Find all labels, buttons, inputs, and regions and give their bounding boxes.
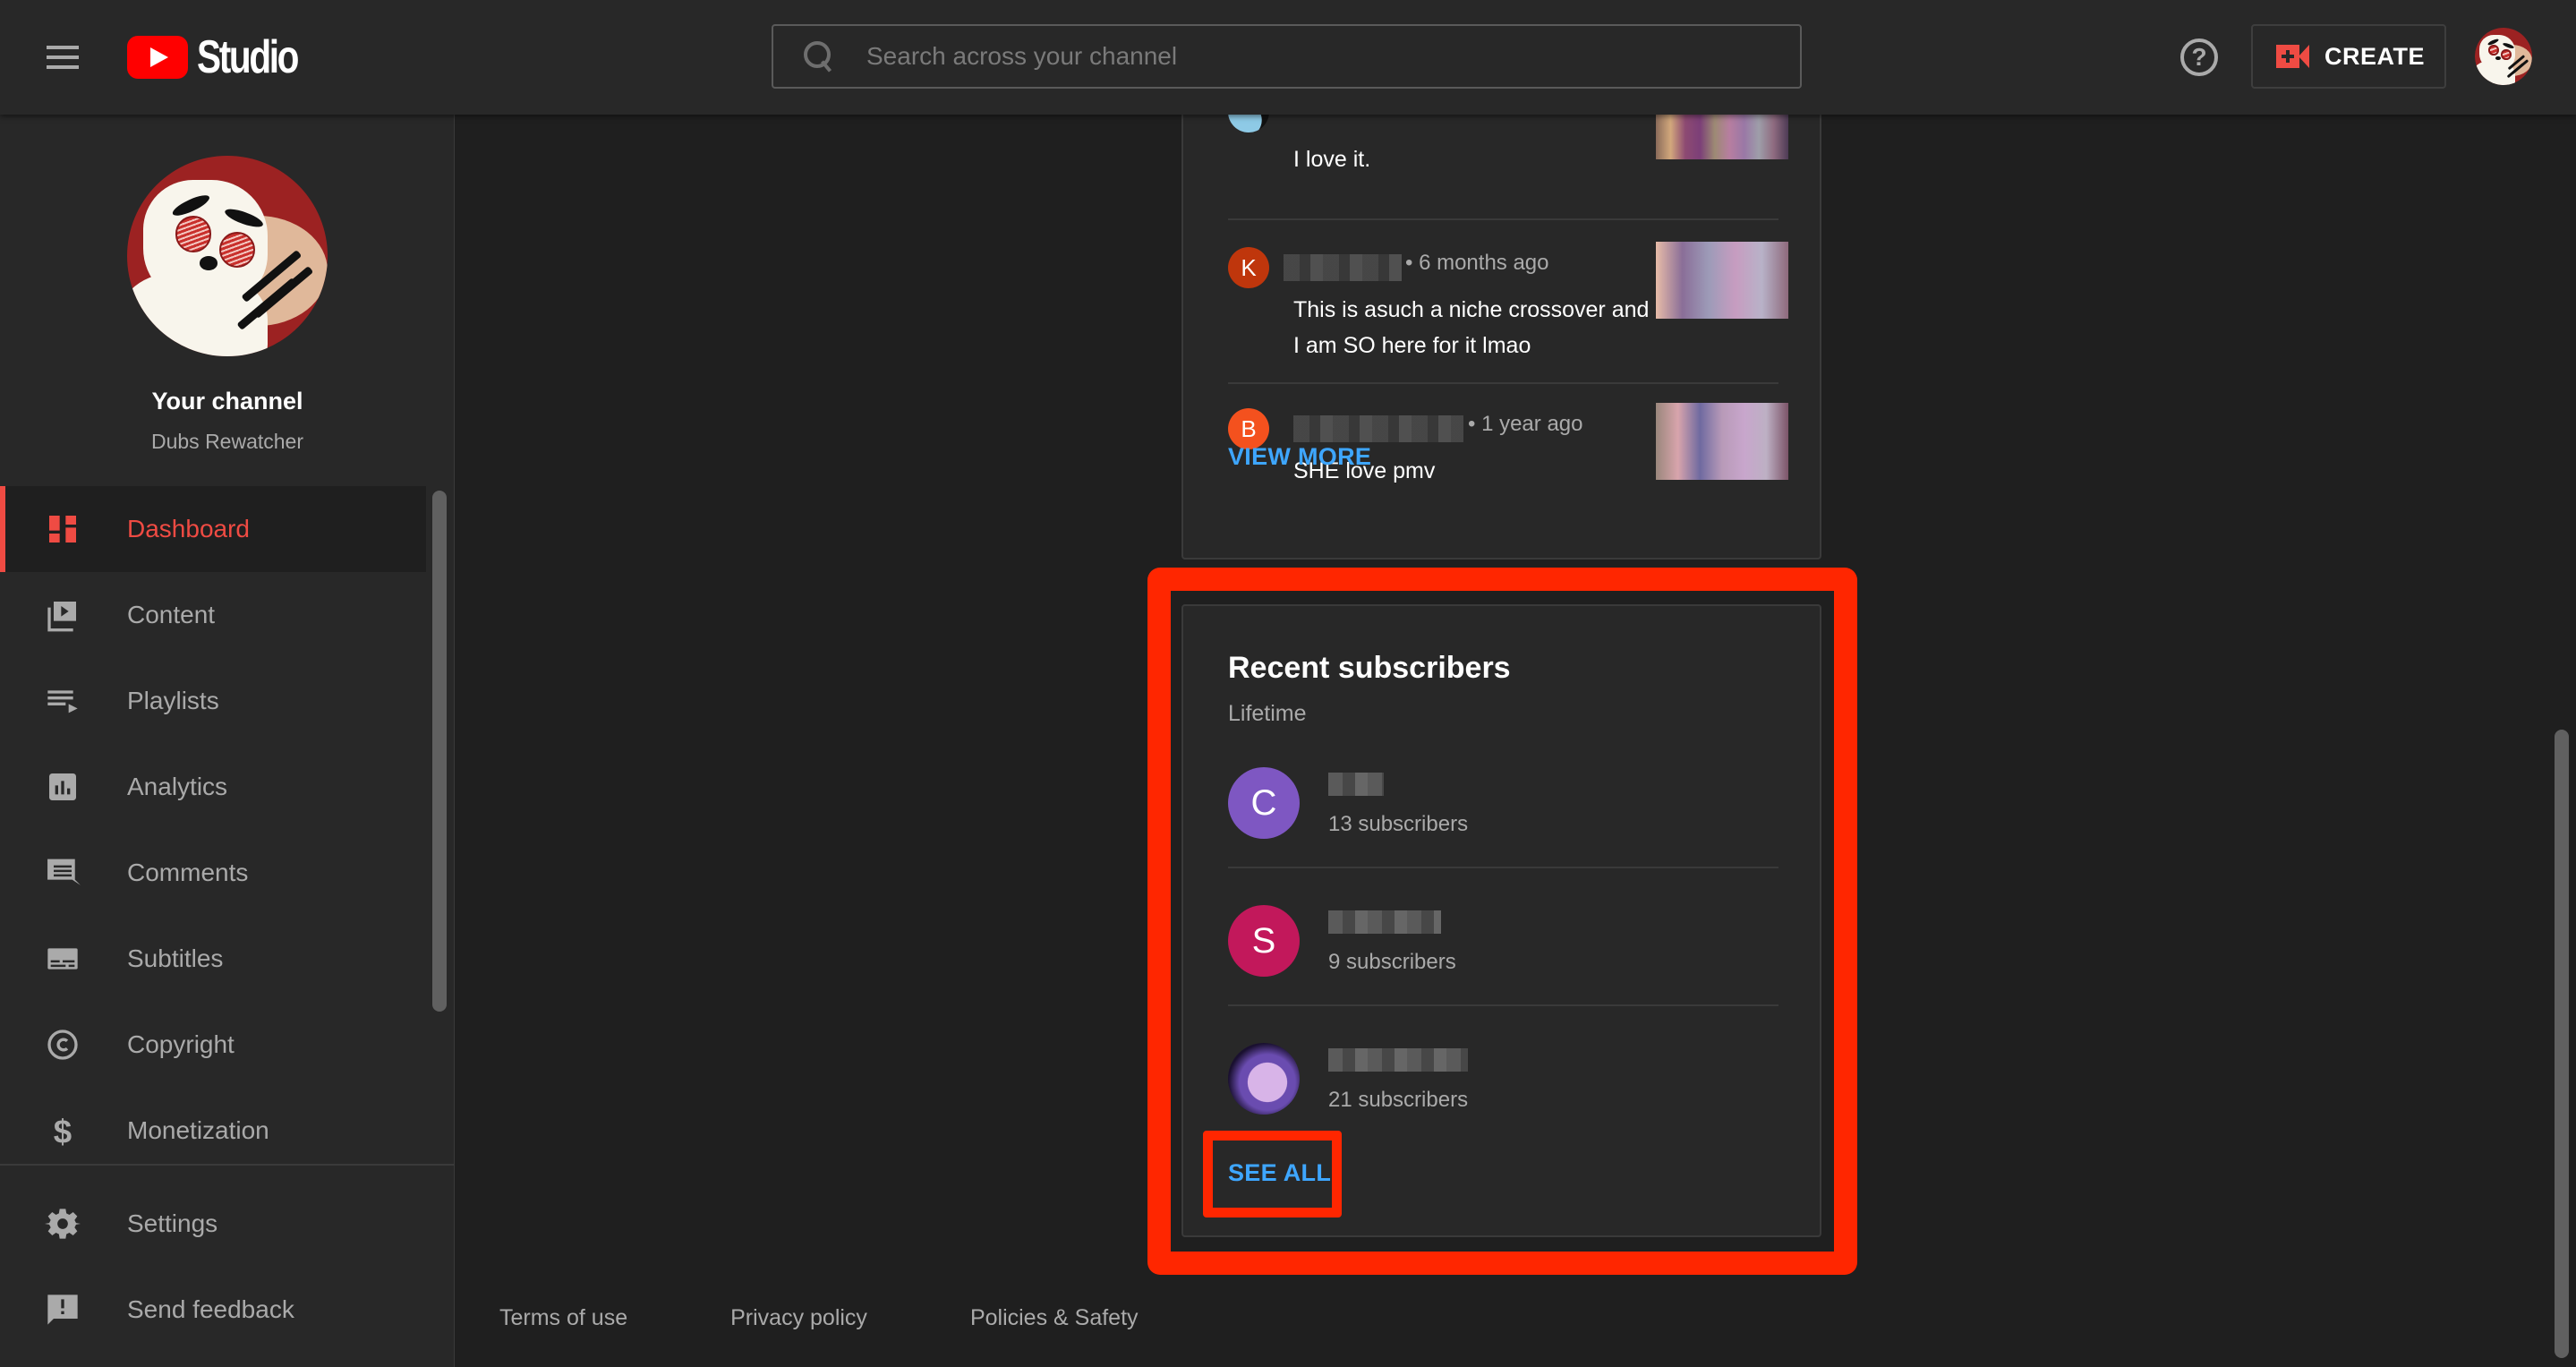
search-icon — [800, 38, 836, 74]
subscriber-count: 9 subscribers — [1328, 950, 1456, 974]
top-bar: Studio ? CREATE — [0, 0, 2576, 115]
comment-author-blurred[interactable] — [1284, 254, 1402, 281]
comment-divider — [1228, 382, 1778, 384]
sidebar-item-label: Dashboard — [127, 515, 250, 543]
playlists-icon — [47, 690, 78, 713]
subscriber-name-blurred[interactable] — [1328, 910, 1441, 934]
subscriber-name-blurred[interactable] — [1328, 773, 1384, 796]
subscriber-avatar[interactable]: S — [1228, 905, 1300, 977]
sidebar-item-monetization[interactable]: $ Monetization — [0, 1088, 426, 1174]
comment-text: This is asuch a niche crossover and I am… — [1293, 297, 1650, 358]
sidebar-item-playlists[interactable]: Playlists — [0, 658, 426, 744]
help-icon[interactable]: ? — [2180, 38, 2218, 76]
youtube-play-icon — [127, 36, 188, 79]
sidebar: Your channel Dubs Rewatcher Dashboard Co… — [0, 115, 455, 1367]
sidebar-item-label: Settings — [127, 1209, 218, 1237]
feedback-icon — [47, 1294, 78, 1325]
video-thumbnail[interactable] — [1656, 403, 1788, 480]
sidebar-item-copyright[interactable]: Copyright — [0, 1002, 426, 1088]
view-more-button[interactable]: VIEW MORE — [1228, 443, 1371, 471]
dashboard-icon — [49, 516, 76, 543]
video-thumbnail[interactable] — [1656, 242, 1788, 319]
create-button[interactable]: CREATE — [2251, 24, 2446, 89]
recent-subscribers-card: Recent subscribers Lifetime C 13 subscri… — [1181, 604, 1821, 1237]
comment-time: • 1 year ago — [1468, 412, 1583, 436]
sidebar-item-dashboard[interactable]: Dashboard — [0, 486, 426, 572]
svg-text:$: $ — [54, 1113, 72, 1149]
studio-logo[interactable]: Studio — [127, 31, 326, 83]
footer: Terms of use Privacy policy Policies & S… — [499, 1305, 1241, 1331]
comments-icon — [47, 859, 81, 885]
comment-time: • 6 months ago — [1405, 251, 1549, 275]
comment-divider — [1228, 218, 1778, 220]
account-avatar[interactable] — [2475, 28, 2532, 85]
card-period: Lifetime — [1228, 701, 1307, 726]
channel-name: Dubs Rewatcher — [150, 430, 304, 453]
channel-title[interactable]: Your channel — [0, 388, 455, 415]
subscriber-divider — [1228, 1004, 1778, 1006]
sidebar-item-content[interactable]: Content — [0, 572, 426, 658]
comment-text: I love it. — [1293, 147, 1371, 172]
channel-avatar[interactable] — [127, 156, 328, 356]
sidebar-bottom-nav: Settings Send feedback — [0, 1181, 455, 1353]
main-scrollbar[interactable] — [2555, 730, 2569, 1358]
search-input[interactable] — [866, 30, 1800, 83]
footer-link-privacy[interactable]: Privacy policy — [730, 1305, 867, 1331]
subscriber-avatar[interactable] — [1228, 1043, 1300, 1115]
comment-avatar[interactable]: K — [1228, 247, 1269, 288]
main-content: I love it. K • 6 months ago This is asuc… — [456, 0, 2576, 1367]
settings-icon — [45, 1209, 81, 1239]
sidebar-scrollbar[interactable] — [432, 491, 447, 1012]
create-label: CREATE — [2324, 42, 2426, 70]
subscriber-item: S 9 subscribers — [1228, 905, 1778, 1043]
subscriber-count: 21 subscribers — [1328, 1088, 1469, 1112]
sidebar-item-comments[interactable]: Comments — [0, 830, 426, 916]
sidebar-item-settings[interactable]: Settings — [0, 1181, 426, 1267]
sidebar-item-label: Playlists — [127, 687, 219, 714]
monetization-icon: $ — [54, 1113, 72, 1149]
sidebar-item-analytics[interactable]: Analytics — [0, 744, 426, 830]
sidebar-item-label: Subtitles — [127, 944, 224, 972]
comment-author-blurred[interactable] — [1293, 415, 1463, 442]
subscriber-item: C 13 subscribers — [1228, 767, 1778, 905]
subscriber-count: 13 subscribers — [1328, 812, 1469, 836]
sidebar-nav: Dashboard Content Playlists Analytics Co… — [0, 486, 455, 1174]
sidebar-item-label: Monetization — [127, 1116, 269, 1144]
subscriber-name-blurred[interactable] — [1328, 1048, 1468, 1072]
subtitles-icon — [47, 948, 78, 970]
footer-link-policies[interactable]: Policies & Safety — [970, 1305, 1139, 1331]
sidebar-item-subtitles[interactable]: Subtitles — [0, 916, 426, 1002]
subscriber-avatar[interactable]: C — [1228, 767, 1300, 839]
sidebar-item-label: Send feedback — [127, 1295, 294, 1323]
sidebar-item-label: Content — [127, 601, 216, 628]
card-title: Recent subscribers — [1228, 651, 1511, 685]
menu-icon[interactable] — [45, 39, 81, 75]
subscriber-divider — [1228, 867, 1778, 868]
sidebar-divider — [0, 1164, 455, 1166]
analytics-icon — [49, 773, 76, 800]
sidebar-item-label: Comments — [127, 859, 249, 886]
video-camera-plus-icon — [2276, 45, 2309, 68]
copyright-icon — [47, 1030, 78, 1060]
sidebar-item-label: Analytics — [127, 773, 228, 800]
sidebar-item-send-feedback[interactable]: Send feedback — [0, 1267, 426, 1353]
see-all-button[interactable]: SEE ALL — [1228, 1159, 1331, 1187]
logo-text: Studio — [197, 31, 299, 83]
sidebar-item-label: Copyright — [127, 1030, 235, 1058]
content-icon — [47, 602, 76, 632]
search-box[interactable] — [772, 24, 1802, 89]
footer-link-terms[interactable]: Terms of use — [499, 1305, 627, 1331]
